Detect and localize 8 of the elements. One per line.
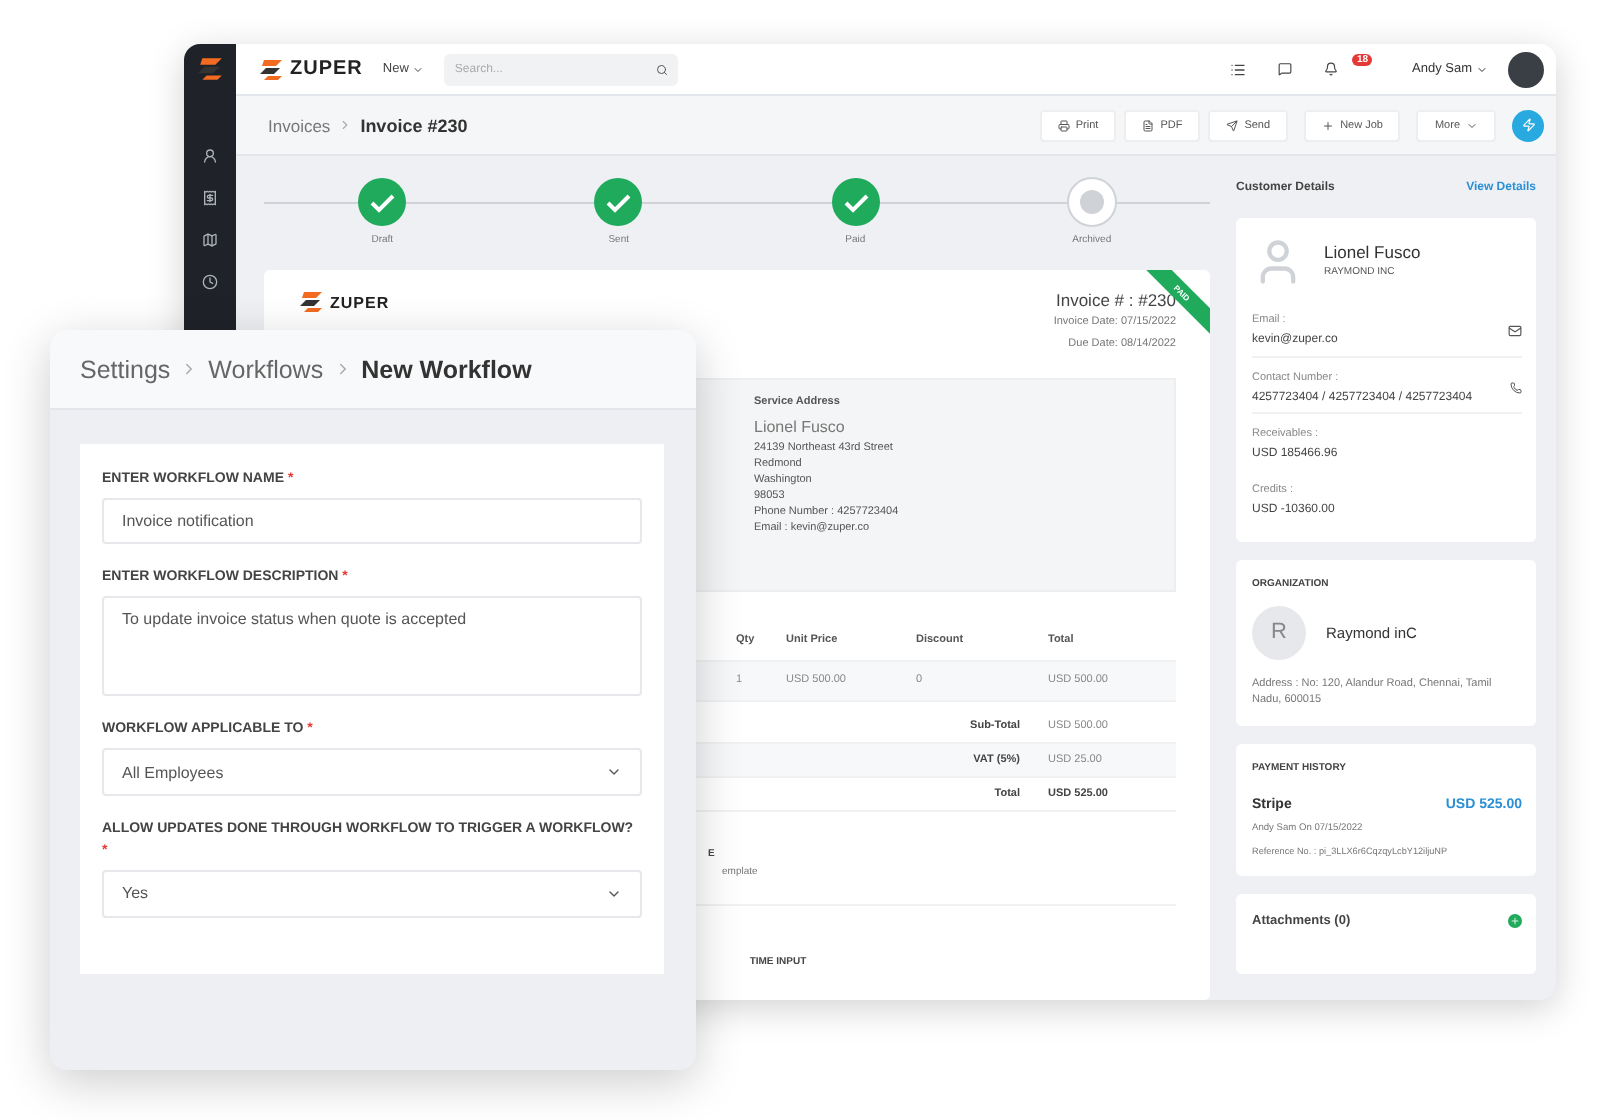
breadcrumb-item: New Workflow <box>361 355 532 383</box>
customer-name: Lionel Fusco <box>1324 242 1421 262</box>
organization-avatar: R <box>1252 605 1306 660</box>
breadcrumb-item: Invoice #230 <box>360 115 468 135</box>
brand-name: ZUPER <box>330 293 390 311</box>
customer-name: Lionel Fusco <box>754 417 847 436</box>
brand-name: ZUPER <box>290 58 363 80</box>
invoice-number: Invoice # : #230 <box>1055 290 1176 310</box>
